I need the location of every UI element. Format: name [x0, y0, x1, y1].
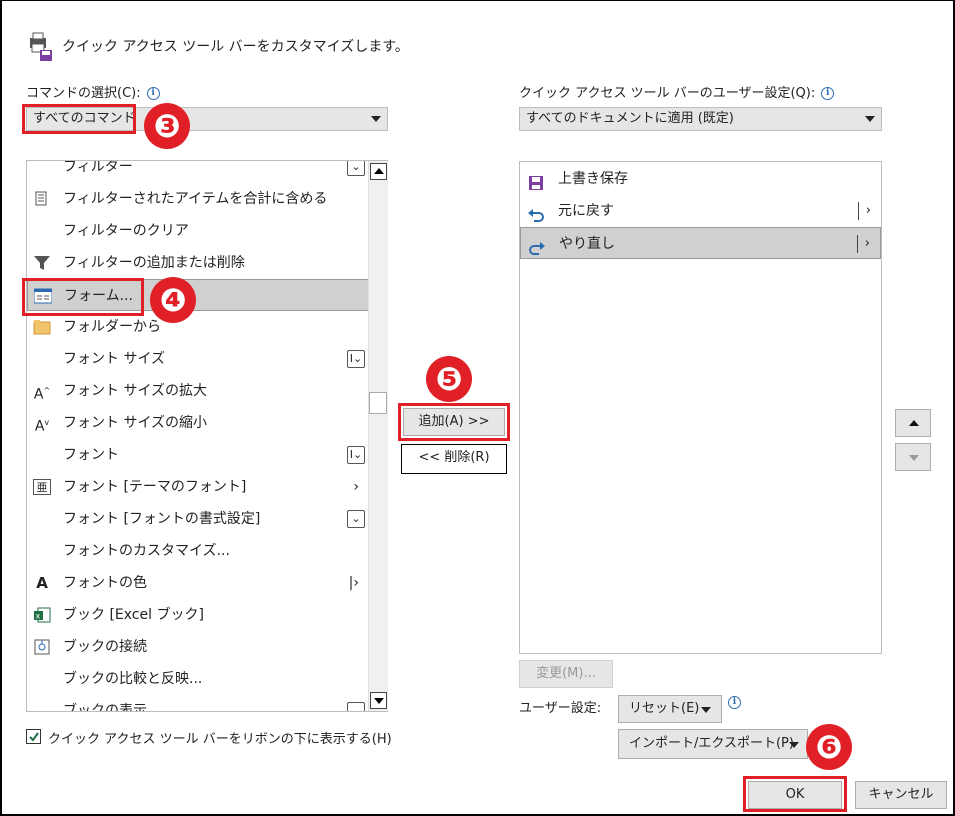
save-icon: [527, 171, 545, 190]
info-icon[interactable]: i: [821, 87, 835, 100]
choose-commands-label: コマンドの選択(C): i: [26, 82, 160, 101]
list-item[interactable]: フィルターの追加または削除: [27, 247, 369, 279]
dropdown-arrow-icon: [789, 742, 799, 748]
toolbar-commands-listbox[interactable]: 上書き保存 元に戻す › やり直し ›: [519, 161, 882, 654]
reset-button[interactable]: リセット(E): [618, 695, 722, 723]
list-item[interactable]: 亜 フォント [テーマのフォント] ›: [27, 471, 369, 503]
commands-scrollbar[interactable]: [368, 161, 388, 711]
list-item[interactable]: フォント [フォントの書式設定] ⌄: [27, 503, 369, 535]
list-item[interactable]: ブックの接続: [27, 631, 369, 663]
list-item[interactable]: フィルターされたアイテムを合計に含める: [27, 183, 369, 215]
filter-items-icon: [33, 191, 51, 207]
scroll-thumb[interactable]: [369, 392, 387, 414]
info-icon[interactable]: i: [146, 87, 160, 100]
step-badge-5: ❺: [426, 356, 472, 402]
theme-font-icon: 亜: [33, 479, 51, 495]
arrow-up-icon: [909, 420, 919, 426]
import-export-button[interactable]: インポート/エクスポート(P): [618, 729, 808, 759]
redo-icon: [528, 236, 546, 255]
svg-text:x: x: [36, 612, 41, 621]
list-item[interactable]: ブックの表示: [27, 695, 369, 711]
list-item[interactable]: フォントのカスタマイズ...: [27, 535, 369, 567]
dropdown-arrow-icon: [371, 116, 381, 122]
list-item[interactable]: A フォントの色 |›: [27, 567, 369, 599]
expand-icon: ⌄: [347, 161, 365, 176]
move-down-button[interactable]: [895, 443, 931, 471]
remove-button[interactable]: << 削除(R): [401, 444, 507, 474]
arrow-down-icon: [909, 455, 919, 461]
show-below-ribbon-checkbox[interactable]: [26, 729, 41, 744]
highlight-box-5: [398, 403, 510, 441]
excel-icon: x: [33, 607, 51, 623]
expand-icon: ⌄: [347, 510, 365, 528]
dropdown-arrow-icon: [865, 116, 875, 122]
expand-icon: [347, 702, 365, 711]
list-item[interactable]: フィルターのクリア: [27, 215, 369, 247]
move-up-button[interactable]: [895, 409, 931, 437]
customize-toolbar-label: クイック アクセス ツール バーのユーザー設定(Q): i: [519, 82, 835, 101]
connection-icon: [33, 639, 51, 655]
modify-button[interactable]: 変更(M)...: [519, 660, 613, 688]
font-shrink-icon: Av: [34, 418, 50, 435]
submenu-arrow-icon: ›: [353, 479, 359, 495]
list-item[interactable]: ブックの比較と反映...: [27, 663, 369, 695]
printer-save-icon: [26, 30, 54, 62]
scroll-down-button[interactable]: [370, 692, 387, 709]
dialog-header: クイック アクセス ツール バーをカスタマイズします。: [26, 30, 409, 62]
split-arrow-icon: |›: [348, 575, 359, 591]
commands-listbox[interactable]: フィルター ⌄ フィルターされたアイテムを合計に含める フィルターのクリア フィ…: [26, 160, 388, 712]
text-cursor-icon: I⌄: [347, 446, 365, 464]
undo-icon: [527, 203, 545, 222]
font-grow-icon: A^: [33, 386, 51, 403]
list-item[interactable]: A^ フォント サイズの拡大: [27, 375, 369, 407]
arrow-up-icon: [374, 168, 384, 174]
customize-scope-dropdown[interactable]: すべてのドキュメントに適用 (既定): [519, 107, 882, 131]
submenu-arrow-icon[interactable]: ›: [865, 228, 870, 260]
step-badge-4: ❹: [150, 277, 196, 323]
folder-icon: [33, 319, 51, 335]
scroll-up-button[interactable]: [370, 163, 387, 180]
submenu-arrow-icon[interactable]: ›: [866, 195, 871, 227]
list-item[interactable]: 上書き保存: [520, 163, 881, 195]
highlight-box-6: [743, 776, 847, 812]
list-item[interactable]: フィルター ⌄: [27, 161, 369, 183]
list-item[interactable]: フォント I⌄: [27, 439, 369, 471]
list-item-selected[interactable]: やり直し ›: [520, 227, 881, 259]
dialog-title: クイック アクセス ツール バーをカスタマイズします。: [62, 39, 409, 55]
list-item[interactable]: 元に戻す ›: [520, 195, 881, 227]
font-color-icon: A: [36, 574, 48, 592]
funnel-icon: [33, 255, 51, 271]
step-badge-3: ❸: [144, 103, 190, 149]
info-icon[interactable]: i: [728, 696, 741, 709]
cancel-button[interactable]: キャンセル: [855, 781, 947, 809]
list-item[interactable]: Av フォント サイズの縮小: [27, 407, 369, 439]
step-badge-6: ❻: [806, 724, 852, 770]
arrow-down-icon: [374, 698, 384, 704]
highlight-box-3: [22, 104, 136, 134]
list-item[interactable]: フォント サイズ I⌄: [27, 343, 369, 375]
check-icon: [29, 732, 39, 742]
user-setting-label: ユーザー設定:: [519, 701, 602, 716]
highlight-box-4: [22, 278, 144, 316]
show-below-ribbon-label: クイック アクセス ツール バーをリボンの下に表示する(H): [48, 732, 392, 747]
text-cursor-icon: I⌄: [347, 350, 365, 368]
dropdown-arrow-icon: [701, 707, 711, 713]
dropdown-value: すべてのドキュメントに適用 (既定): [526, 111, 734, 126]
list-item[interactable]: x ブック [Excel ブック]: [27, 599, 369, 631]
